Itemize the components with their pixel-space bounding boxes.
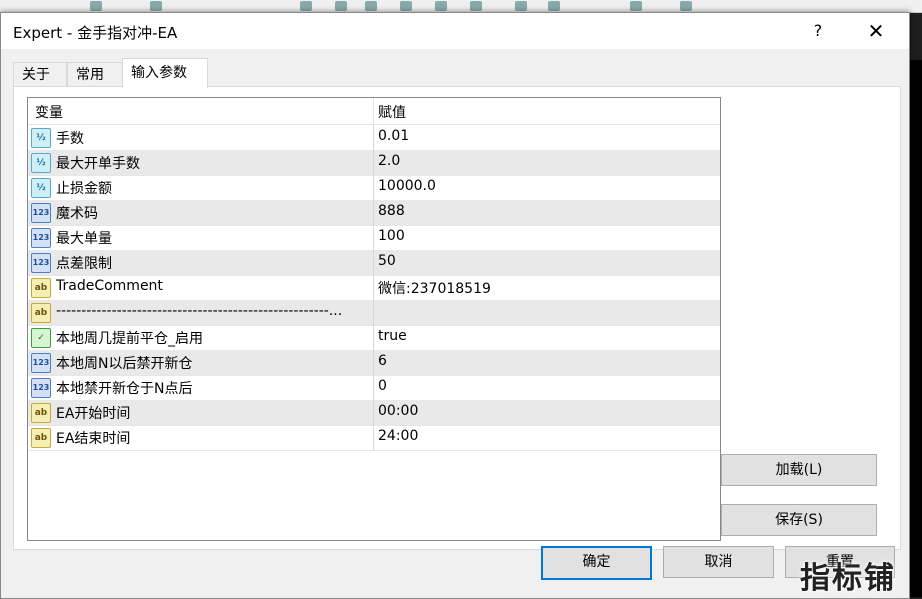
tab-about[interactable]: 关于: [13, 62, 67, 87]
parameter-value[interactable]: 2.0: [378, 153, 400, 169]
table-row[interactable]: 123 魔术码 888: [28, 200, 720, 226]
parameter-name: TradeComment: [56, 278, 163, 294]
header-value[interactable]: 赋值: [378, 102, 406, 122]
string-type-icon: ab: [31, 303, 51, 323]
string-type-icon: ab: [31, 278, 51, 298]
parameter-value[interactable]: 0.01: [378, 128, 409, 144]
table-row[interactable]: 123 最大单量 100: [28, 225, 720, 251]
table-row[interactable]: ab --------------------------------------…: [28, 300, 720, 326]
parameter-name: 最大单量: [56, 231, 112, 247]
expert-properties-dialog: Expert - 金手指对冲-EA ? ✕ 关于 常用 输入参数 变量 赋值 ½…: [0, 12, 910, 599]
parameter-name: EA结束时间: [56, 431, 131, 447]
parameter-value[interactable]: 50: [378, 253, 396, 269]
integer-type-icon: 123: [31, 353, 51, 373]
table-row[interactable]: 123 点差限制 50: [28, 250, 720, 276]
integer-type-icon: 123: [31, 378, 51, 398]
table-row[interactable]: 123 本地禁开新仓于N点后 0: [28, 375, 720, 401]
title-bar: Expert - 金手指对冲-EA ? ✕: [1, 13, 909, 49]
parameter-name: 本地周N以后禁开新仓: [56, 356, 193, 372]
parameter-name: EA开始时间: [56, 406, 131, 422]
window-title: Expert - 金手指对冲-EA: [13, 24, 178, 42]
tab-common[interactable]: 常用: [67, 62, 123, 87]
ok-button[interactable]: 确定: [541, 546, 652, 580]
parameter-value[interactable]: 6: [378, 353, 387, 369]
parameter-name: ----------------------------------------…: [56, 303, 343, 319]
table-row[interactable]: ½ 最大开单手数 2.0: [28, 150, 720, 176]
parameter-name: 本地禁开新仓于N点后: [56, 381, 193, 397]
parameters-grid: 变量 赋值 ½ 手数 0.01 ½ 最大开单手数 2.0 ½ 止损金额 10000.0 123 魔术…: [27, 97, 721, 541]
table-row[interactable]: ab EA结束时间 24:00: [28, 425, 720, 451]
string-type-icon: ab: [31, 428, 51, 448]
parameter-value[interactable]: 888: [378, 203, 405, 219]
save-button[interactable]: 保存(S): [721, 504, 877, 536]
parameter-value[interactable]: 100: [378, 228, 405, 244]
table-row[interactable]: ½ 手数 0.01: [28, 125, 720, 151]
integer-type-icon: 123: [31, 203, 51, 223]
cancel-button[interactable]: 取消: [663, 546, 774, 578]
table-row[interactable]: 123 本地周N以后禁开新仓 6: [28, 350, 720, 376]
grid-header: 变量 赋值: [28, 98, 720, 125]
table-row[interactable]: ab TradeComment 微信:237018519: [28, 275, 720, 301]
table-row[interactable]: ab EA开始时间 00:00: [28, 400, 720, 426]
table-row[interactable]: ½ 止损金额 10000.0: [28, 175, 720, 201]
parameter-value[interactable]: 0: [378, 378, 387, 394]
load-button[interactable]: 加载(L): [721, 454, 877, 486]
bool-type-icon: ✓: [31, 328, 51, 348]
parameter-value[interactable]: 微信:237018519: [378, 278, 491, 298]
parameter-value[interactable]: 10000.0: [378, 178, 436, 194]
parameter-name: 魔术码: [56, 206, 98, 222]
inputs-panel: 变量 赋值 ½ 手数 0.01 ½ 最大开单手数 2.0 ½ 止损金额 10000.0 123 魔术…: [13, 86, 901, 550]
double-type-icon: ½: [31, 178, 51, 198]
parameter-value[interactable]: true: [378, 328, 407, 344]
integer-type-icon: 123: [31, 228, 51, 248]
table-row[interactable]: ✓ 本地周几提前平仓_启用 true: [28, 325, 720, 351]
parameter-name: 最大开单手数: [56, 156, 140, 172]
parameter-name: 点差限制: [56, 256, 112, 272]
header-variable[interactable]: 变量: [35, 102, 63, 122]
parameter-name: 本地周几提前平仓_启用: [56, 331, 203, 347]
parameter-value[interactable]: 00:00: [378, 403, 418, 419]
close-button[interactable]: ✕: [861, 19, 891, 43]
double-type-icon: ½: [31, 153, 51, 173]
integer-type-icon: 123: [31, 253, 51, 273]
help-button[interactable]: ?: [803, 19, 833, 43]
parameter-name: 手数: [56, 131, 84, 147]
string-type-icon: ab: [31, 403, 51, 423]
double-type-icon: ½: [31, 128, 51, 148]
parameter-name: 止损金额: [56, 181, 112, 197]
tab-inputs[interactable]: 输入参数: [122, 58, 208, 88]
parameter-value[interactable]: 24:00: [378, 428, 418, 444]
watermark: 指标铺: [800, 561, 896, 596]
